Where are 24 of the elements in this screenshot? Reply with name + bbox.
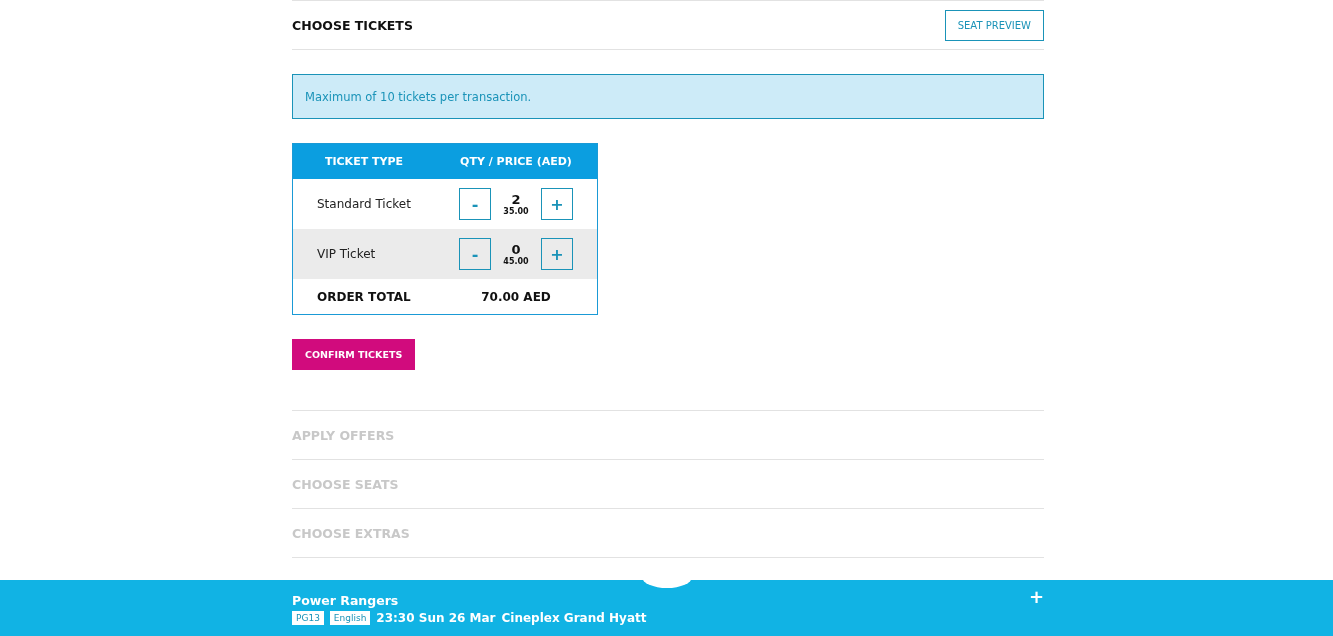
notice-message: Maximum of 10 tickets per transaction. [292, 74, 1044, 119]
ticket-quantity: 2 [511, 192, 521, 207]
decrease-button[interactable]: - [459, 188, 491, 220]
total-amount: 70.00 AED [480, 289, 552, 304]
ticket-price: 45.00 [503, 257, 529, 266]
cinema-name: Cineplex Grand Hyatt [501, 611, 647, 625]
expand-button[interactable]: + [1028, 586, 1044, 607]
tag: English [329, 611, 371, 625]
column-header: TICKET TYPE [323, 155, 405, 168]
increase-button[interactable]: + [541, 188, 573, 220]
total-label: ORDER TOTAL [316, 289, 412, 304]
ticket-name: Standard Ticket [316, 197, 412, 211]
section-title: CHOOSE TICKETS [292, 17, 413, 33]
increase-button[interactable]: + [541, 238, 573, 270]
showtime: 23:30 Sun 26 Mar [376, 611, 496, 625]
seat-preview-button[interactable]: SEAT PREVIEW [944, 10, 1044, 41]
confirm-button[interactable]: CONFIRM TICKETS [292, 339, 416, 370]
tag: PG13 [292, 611, 324, 625]
ticket-quantity: 0 [511, 242, 521, 257]
movie-title: Power Rangers [292, 593, 399, 608]
column-header: QTY / PRICE (AED) [459, 155, 573, 168]
ticket-name: VIP Ticket [316, 247, 377, 261]
ticket-price: 35.00 [503, 207, 529, 216]
decrease-button[interactable]: - [459, 238, 491, 270]
